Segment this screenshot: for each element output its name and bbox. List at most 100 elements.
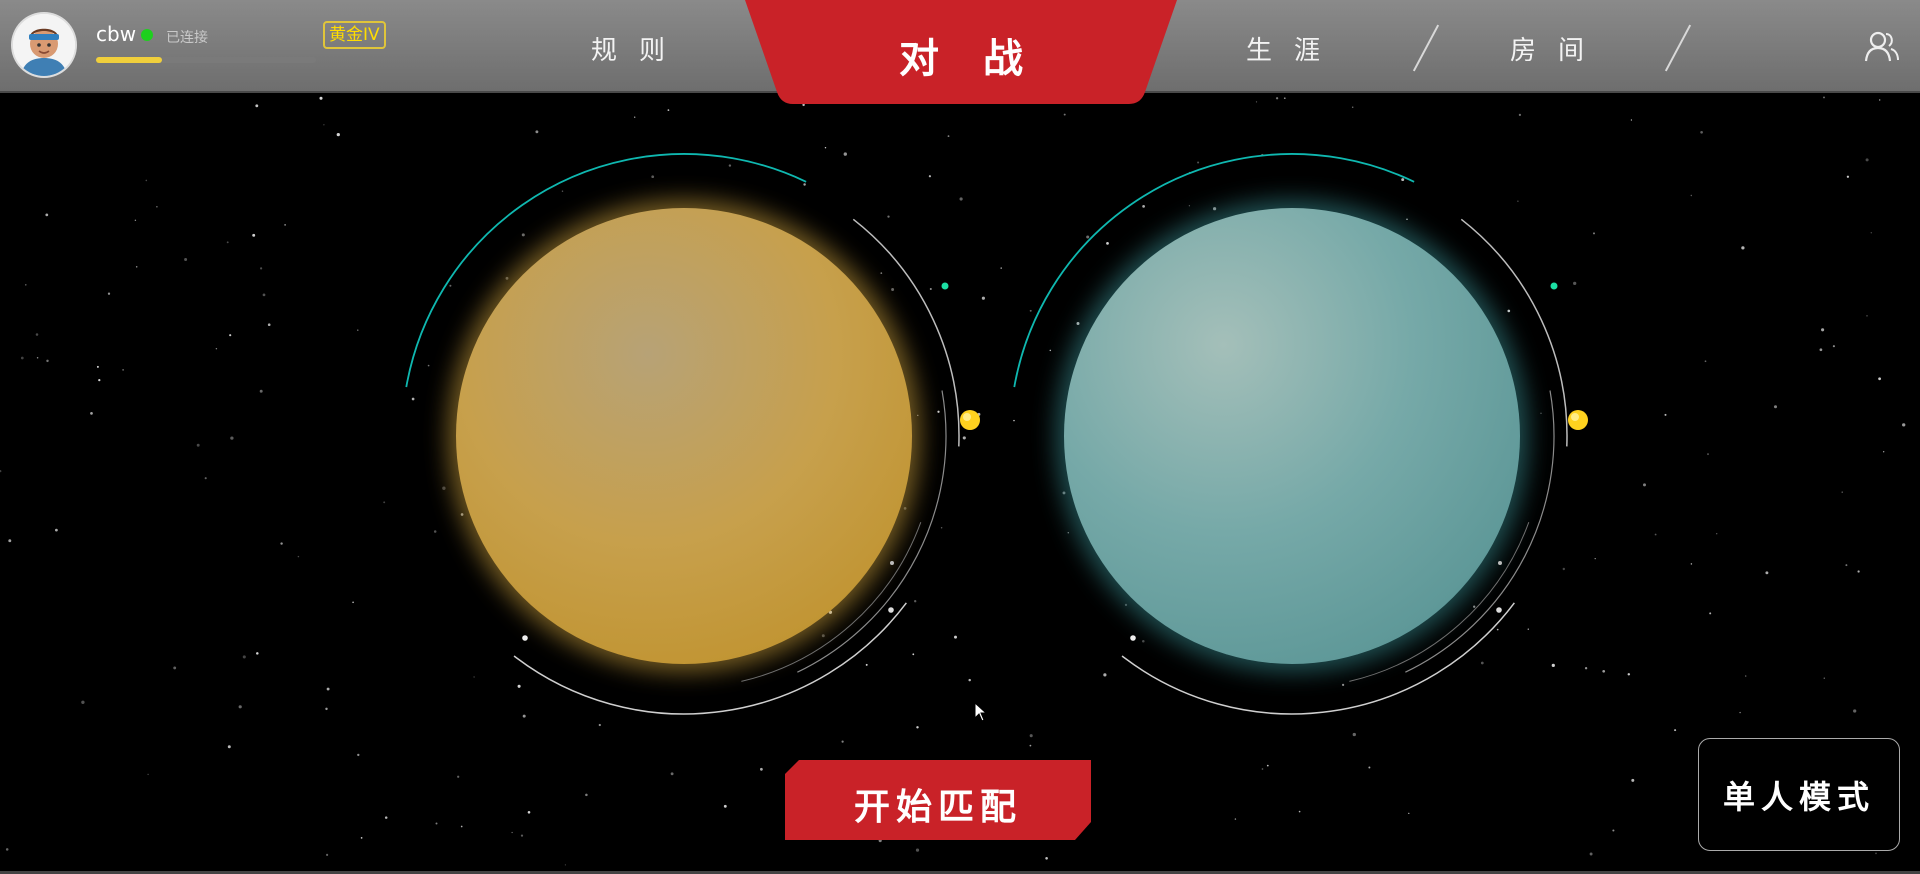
star: [325, 707, 328, 711]
star: [262, 293, 266, 297]
orb-teal[interactable]: [998, 120, 1598, 720]
star: [598, 723, 601, 727]
experience-bar: [96, 57, 316, 63]
star: [1283, 97, 1286, 100]
rank-badge: 黄金IV: [323, 21, 386, 49]
star: [634, 116, 636, 118]
nav-tab-battle-label: 对战: [899, 36, 1067, 82]
star: [242, 655, 246, 659]
star: [1664, 413, 1667, 416]
star: [36, 357, 39, 359]
star: [520, 834, 524, 837]
star: [1654, 533, 1657, 536]
start-match-button-label: 开始匹配: [853, 787, 1022, 828]
nav-tab-rules[interactable]: 规则: [591, 30, 687, 67]
star: [1612, 829, 1615, 832]
star: [435, 822, 438, 825]
star: [1853, 709, 1857, 713]
star: [585, 793, 588, 797]
star: [1845, 564, 1848, 567]
star: [1045, 857, 1048, 860]
star: [196, 443, 200, 447]
star: [284, 224, 286, 226]
star: [173, 666, 177, 670]
orb-gold[interactable]: [390, 120, 990, 720]
avatar-icon[interactable]: [13, 14, 75, 76]
star: [35, 333, 39, 336]
star: [1518, 113, 1522, 117]
star: [1841, 491, 1843, 493]
star: [1823, 677, 1826, 679]
experience-bar-fill: [96, 57, 162, 63]
star: [1716, 533, 1718, 535]
star: [1875, 852, 1877, 855]
star: [134, 219, 137, 221]
star: [1643, 483, 1646, 487]
nav-tab-room[interactable]: 房间: [1510, 30, 1606, 67]
top-navigation-bar: cbw 已连接 黄金IV 规则 对战 生涯 房间: [0, 0, 1920, 104]
nav-separator: [1664, 24, 1692, 72]
star: [229, 334, 232, 337]
star: [1589, 852, 1593, 856]
star: [1352, 732, 1356, 737]
star: [96, 365, 99, 368]
star: [1602, 669, 1606, 673]
star: [760, 767, 763, 771]
star: [230, 436, 234, 440]
star: [670, 772, 674, 776]
star: [107, 292, 111, 295]
online-status-dot: [141, 29, 153, 41]
start-match-button[interactable]: 开始匹配: [785, 760, 1091, 840]
star: [1741, 246, 1745, 250]
star: [352, 601, 354, 604]
star: [1704, 360, 1707, 363]
star: [1266, 764, 1269, 767]
star: [1063, 113, 1066, 116]
star: [1832, 345, 1835, 348]
star: [252, 233, 256, 237]
star: [667, 109, 670, 111]
star: [1029, 734, 1033, 738]
star: [1878, 99, 1881, 101]
star: [360, 837, 363, 839]
star: [357, 329, 359, 331]
star: [564, 864, 567, 866]
nav-tab-career[interactable]: 生涯: [1246, 30, 1342, 67]
star: [841, 740, 844, 743]
star: [1819, 348, 1823, 352]
star: [326, 853, 329, 856]
star: [1368, 766, 1371, 769]
star: [98, 378, 101, 382]
page: cbw 已连接 黄金IV 规则 对战 生涯 房间 开始匹配 单人模式: [0, 0, 1920, 874]
star: [326, 687, 330, 691]
star: [156, 206, 158, 208]
star: [511, 831, 513, 834]
star: [384, 816, 388, 819]
user-profile-icon[interactable]: [1864, 28, 1900, 64]
star: [1709, 612, 1712, 615]
star: [1234, 818, 1237, 820]
star: [1627, 673, 1631, 676]
star: [1883, 451, 1885, 453]
star: [122, 369, 124, 371]
star: [1707, 453, 1709, 456]
star: [5, 848, 9, 851]
star: [135, 266, 138, 268]
star: [1255, 101, 1258, 103]
single-mode-button[interactable]: 单人模式: [1698, 738, 1900, 851]
star: [1690, 563, 1693, 565]
star: [20, 356, 24, 360]
star: [227, 745, 231, 749]
username: cbw: [96, 22, 137, 46]
star: [1902, 423, 1906, 427]
nav-tab-battle[interactable]: 对战: [745, 0, 1177, 105]
star: [460, 825, 463, 828]
star: [1744, 675, 1747, 677]
star: [1773, 405, 1778, 409]
star: [1351, 106, 1354, 109]
star: [319, 96, 323, 100]
star: [255, 104, 259, 108]
star: [1029, 744, 1032, 747]
star: [280, 542, 283, 545]
star: [1690, 194, 1693, 197]
